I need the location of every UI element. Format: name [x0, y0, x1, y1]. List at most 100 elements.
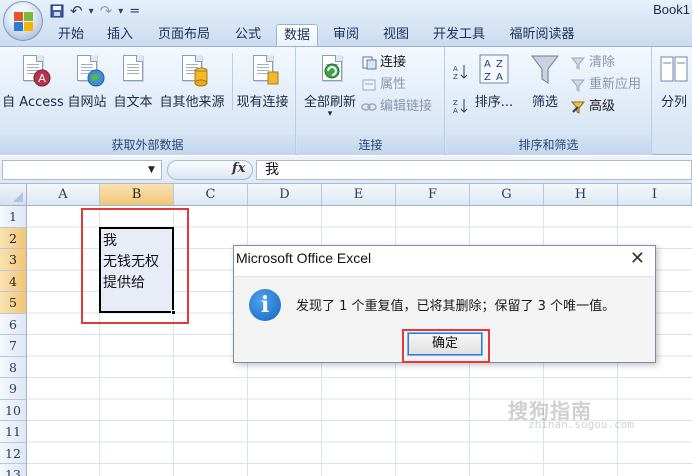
split-columns-icon: [658, 53, 690, 87]
row-header[interactable]: 13: [0, 464, 27, 476]
svg-text:A: A: [496, 72, 503, 83]
connections-button[interactable]: 连接: [361, 53, 406, 73]
reapply-label: 重新应用: [589, 77, 642, 92]
dropdown-arrow-icon: ▾: [327, 109, 333, 119]
clear-filter-icon: [570, 55, 586, 71]
from-web-button[interactable]: 自网站: [64, 53, 110, 110]
tab-insert[interactable]: 插入: [100, 24, 140, 46]
properties-icon: [361, 77, 377, 93]
row-header[interactable]: 3: [0, 249, 27, 271]
column-header[interactable]: B: [100, 184, 174, 206]
title-bar: ↶ ▾ ↷ ▾ = Book1: [0, 0, 692, 22]
refresh-all-button[interactable]: 全部刷新 ▾: [301, 53, 359, 119]
sort-button[interactable]: AZZA 排序...: [472, 53, 516, 110]
svg-text:Z: Z: [453, 73, 458, 81]
row-header[interactable]: 5: [0, 292, 27, 314]
row-header[interactable]: 10: [0, 399, 27, 421]
redo-button[interactable]: ↷: [100, 2, 113, 20]
name-box-dropdown-icon[interactable]: ▼: [148, 165, 155, 175]
row-header[interactable]: 11: [0, 421, 27, 443]
group-sort-filter: AZ ZA AZZA 排序... 筛选 清除 重新应用 高级 排序和筛选: [446, 47, 652, 155]
edit-links-button[interactable]: 编辑链接: [361, 97, 432, 117]
column-header[interactable]: G: [470, 184, 544, 206]
sort-az-icon: AZ: [452, 63, 468, 81]
office-button[interactable]: [3, 1, 43, 41]
sort-za-icon: ZA: [452, 97, 468, 115]
clear-filter-button[interactable]: 清除: [570, 53, 615, 73]
highlight-box-ok-button: [402, 329, 490, 363]
sort-label: 排序...: [474, 95, 514, 110]
column-header[interactable]: H: [544, 184, 618, 206]
filter-label: 筛选: [531, 95, 558, 110]
customize-qat-button[interactable]: =: [129, 2, 140, 20]
select-all-button[interactable]: [0, 184, 27, 206]
connections-label: 连接: [380, 55, 407, 70]
svg-text:A: A: [38, 72, 46, 85]
text-to-columns-button[interactable]: 分列: [656, 53, 692, 110]
tab-page-layout[interactable]: 页面布局: [150, 24, 218, 46]
from-other-sources-label: 自其他来源: [159, 95, 225, 110]
from-access-label: 自 Access: [2, 95, 64, 110]
svg-text:A: A: [453, 65, 458, 73]
from-text-button[interactable]: 自文本: [110, 53, 156, 110]
clear-label: 清除: [589, 55, 616, 70]
row-header[interactable]: 8: [0, 356, 27, 378]
column-header[interactable]: C: [174, 184, 248, 206]
column-header[interactable]: E: [322, 184, 396, 206]
close-icon[interactable]: ✕: [630, 248, 645, 269]
group-connections: 全部刷新 ▾ 连接 属性 编辑链接 连接: [297, 47, 445, 155]
save-icon[interactable]: [50, 2, 64, 20]
column-header[interactable]: A: [27, 184, 100, 206]
svg-text:A: A: [484, 59, 491, 70]
advanced-filter-icon: [570, 99, 586, 115]
tab-data[interactable]: 数据: [276, 24, 318, 46]
existing-connections-button[interactable]: 现有连接: [232, 53, 292, 110]
column-header[interactable]: I: [618, 184, 692, 206]
properties-button[interactable]: 属性: [361, 75, 406, 95]
undo-button[interactable]: ↶: [70, 2, 83, 20]
sort-ascending-button[interactable]: AZ: [452, 61, 468, 81]
row-header[interactable]: 4: [0, 270, 27, 292]
row-header[interactable]: 2: [0, 227, 27, 249]
reapply-button[interactable]: 重新应用: [570, 75, 641, 95]
column-header[interactable]: F: [396, 184, 470, 206]
tab-review[interactable]: 审阅: [326, 24, 366, 46]
text-file-icon: [117, 53, 149, 87]
advanced-filter-button[interactable]: 高级: [570, 97, 615, 117]
chain-link-icon: [361, 99, 377, 115]
svg-text:Z: Z: [484, 72, 491, 83]
filter-button[interactable]: 筛选: [524, 53, 566, 110]
column-header[interactable]: D: [248, 184, 322, 206]
row-header[interactable]: 12: [0, 442, 27, 464]
dialog-title: Microsoft Office Excel: [236, 250, 372, 266]
ribbon: A 自 Access 自网站 自文本 自其他来源 现有连接 获取外部数据 全部刷…: [0, 46, 692, 155]
office-logo-icon: [14, 12, 33, 31]
dropdown-arrow-icon[interactable]: ▾: [118, 2, 123, 20]
insert-function-button[interactable]: fx: [232, 161, 245, 176]
row-header[interactable]: 7: [0, 335, 27, 357]
name-box[interactable]: [2, 160, 162, 180]
row-header[interactable]: 1: [0, 206, 27, 228]
sort-descending-button[interactable]: ZA: [452, 95, 468, 115]
tab-home[interactable]: 开始: [50, 24, 92, 46]
refresh-icon: [314, 53, 346, 87]
dropdown-arrow-icon[interactable]: ▾: [89, 2, 94, 20]
group-label-sort-filter: 排序和筛选: [446, 135, 651, 155]
database-icon: [176, 53, 208, 87]
existing-connection-icon: [247, 53, 279, 87]
tab-foxit-reader[interactable]: 福昕阅读器: [502, 24, 582, 46]
ribbon-tab-bar: 开始 插入 页面布局 公式 数据 审阅 视图 开发工具 福昕阅读器: [0, 22, 692, 46]
from-other-sources-button[interactable]: 自其他来源: [156, 53, 228, 110]
group-get-external-data: A 自 Access 自网站 自文本 自其他来源 现有连接 获取外部数据: [0, 47, 296, 155]
formula-input[interactable]: 我: [256, 160, 692, 180]
tab-view[interactable]: 视图: [376, 24, 416, 46]
group-label-connections: 连接: [297, 135, 444, 155]
existing-connections-label: 现有连接: [236, 95, 289, 110]
row-header[interactable]: 9: [0, 378, 27, 400]
row-header[interactable]: 6: [0, 313, 27, 335]
tab-developer[interactable]: 开发工具: [426, 24, 492, 46]
formula-bar: ▼ fx 我: [0, 156, 692, 184]
watermark-url: zhinan.sogou.com: [528, 418, 634, 431]
tab-formulas[interactable]: 公式: [228, 24, 268, 46]
from-access-button[interactable]: A 自 Access: [2, 53, 64, 110]
